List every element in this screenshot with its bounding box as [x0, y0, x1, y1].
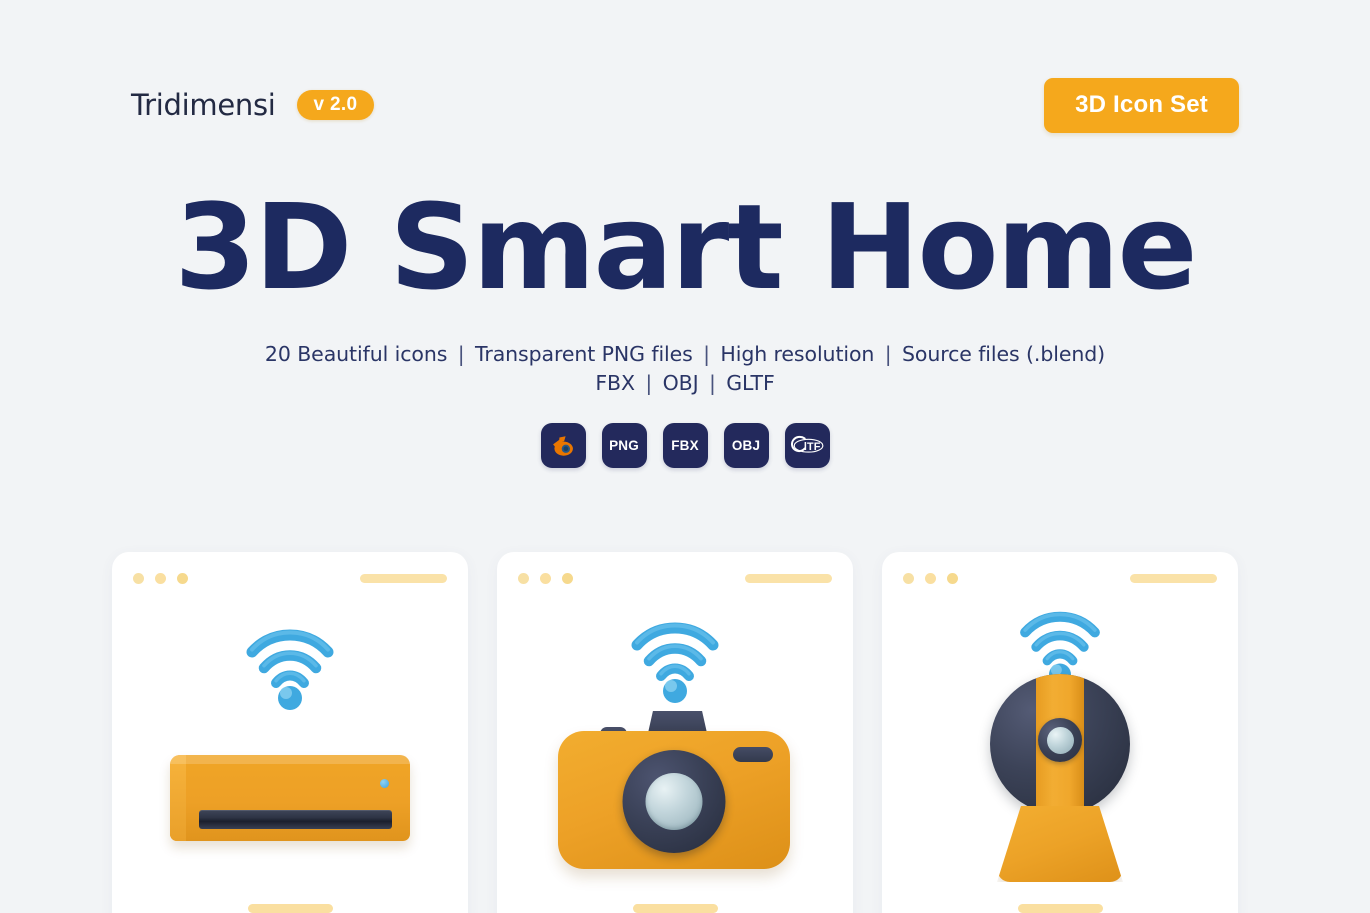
feature-item: High resolution	[720, 341, 875, 366]
card-artwork	[882, 596, 1238, 896]
dome-camera-lens	[1038, 718, 1082, 762]
camera-flash	[733, 747, 773, 762]
security-dome-camera-3d-icon	[945, 606, 1175, 886]
format-badge-row: PNG FBX OBJ lTF	[0, 423, 1370, 469]
window-dots	[903, 572, 958, 584]
page-title: 3D Smart Home	[174, 178, 1197, 316]
card-footer	[882, 904, 1238, 913]
feature-item: Transparent PNG files	[474, 341, 693, 366]
ac-status-led-icon	[380, 778, 389, 788]
hero-section: 3D Smart Home 20 Beautiful icons | Trans…	[0, 178, 1370, 469]
window-dot	[133, 572, 144, 584]
format-badge-obj[interactable]: OBJ	[723, 423, 769, 469]
card-header	[903, 571, 1217, 585]
footer-placeholder-bar	[247, 904, 333, 913]
obj-badge-icon: OBJ	[731, 438, 761, 454]
separator: |	[884, 341, 892, 366]
window-dot	[177, 572, 188, 584]
version-badge: v 2.0	[296, 90, 375, 120]
camera-body	[558, 731, 790, 869]
header-placeholder-bar	[1130, 573, 1217, 583]
blender-logo-icon	[549, 431, 578, 460]
wifi-icon	[631, 622, 719, 703]
card-artwork	[112, 596, 468, 896]
feature-item: 20 Beautiful icons	[264, 341, 448, 366]
ac-vent	[199, 809, 392, 829]
card-artwork	[497, 596, 853, 896]
header-placeholder-bar	[360, 573, 447, 583]
ac-unit-body	[170, 754, 410, 841]
feature-line-1: 20 Beautiful icons | Transparent PNG fil…	[0, 340, 1370, 369]
format-badge-fbx[interactable]: FBX	[662, 423, 708, 469]
feature-list: 20 Beautiful icons | Transparent PNG fil…	[0, 340, 1370, 398]
format-item: GLTF	[726, 371, 775, 395]
dome-camera-base	[997, 806, 1123, 882]
top-bar: Tridimensi v 2.0 3D Icon Set	[0, 77, 1370, 133]
window-dot	[947, 572, 958, 584]
icon-set-button[interactable]: 3D Icon Set	[1044, 77, 1239, 133]
card-footer	[497, 904, 853, 913]
header-placeholder-bar	[745, 573, 832, 583]
separator: |	[457, 341, 465, 366]
gltf-logo-icon: lTF	[790, 435, 824, 457]
preview-card-air-conditioner[interactable]	[112, 552, 468, 913]
feature-line-2: FBX | OBJ | GLTF	[0, 369, 1370, 398]
window-dot	[903, 572, 914, 584]
card-footer	[112, 904, 468, 913]
dome-camera-lens-glass	[1046, 726, 1074, 754]
window-dots	[518, 572, 573, 584]
window-dots	[133, 572, 188, 584]
camera-lens	[622, 750, 726, 853]
format-badge-gltf[interactable]: lTF	[784, 423, 830, 469]
separator: |	[703, 341, 710, 366]
format-badge-png[interactable]: PNG	[601, 423, 647, 469]
air-conditioner-3d-icon	[165, 624, 415, 869]
feature-item: Source files (.blend)	[901, 341, 1106, 366]
card-header	[133, 571, 447, 585]
window-dot	[518, 572, 529, 584]
fbx-badge-icon: FBX	[671, 438, 699, 454]
svg-text:lTF: lTF	[804, 440, 821, 452]
preview-card-camera[interactable]	[497, 552, 853, 913]
window-dot	[155, 572, 166, 584]
format-badge-blender[interactable]	[540, 423, 586, 469]
preview-card-row	[112, 552, 1258, 913]
window-dot	[562, 572, 573, 584]
format-item: FBX	[595, 371, 635, 395]
window-dot	[925, 572, 936, 584]
window-dot	[540, 572, 551, 584]
footer-placeholder-bar	[1017, 904, 1103, 913]
separator: |	[645, 371, 653, 395]
camera-lens-glass	[645, 773, 703, 830]
wifi-icon	[246, 628, 334, 710]
preview-card-security-camera[interactable]	[882, 552, 1238, 913]
format-item: OBJ	[662, 371, 699, 395]
brand: Tridimensi v 2.0	[131, 88, 375, 122]
png-badge-icon: PNG	[609, 438, 639, 454]
brand-name: Tridimensi	[131, 88, 276, 122]
card-header	[518, 571, 832, 585]
footer-placeholder-bar	[632, 904, 718, 913]
camera-3d-icon	[550, 617, 800, 875]
separator: |	[709, 371, 716, 395]
